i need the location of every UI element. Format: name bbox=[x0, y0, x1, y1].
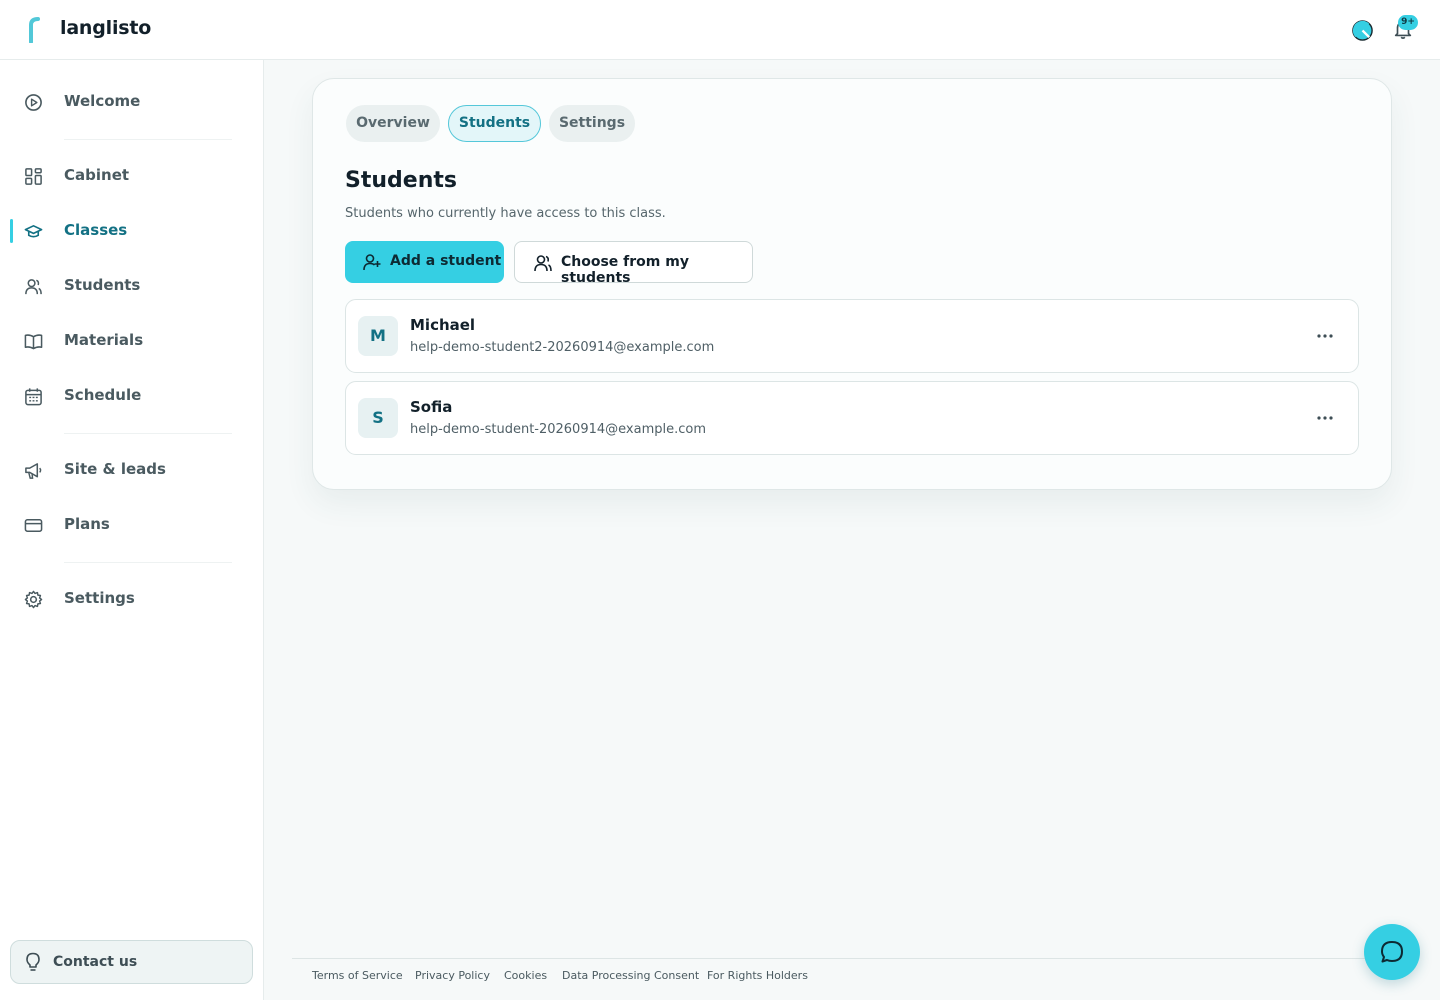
gear-icon bbox=[24, 590, 43, 609]
more-options-icon[interactable] bbox=[1310, 326, 1340, 346]
users-icon bbox=[534, 255, 552, 272]
theme-toggle-icon[interactable] bbox=[1351, 19, 1374, 42]
student-email: help-demo-student-20260914@example.com bbox=[410, 422, 706, 437]
sidebar-divider bbox=[64, 139, 232, 140]
user-plus-icon bbox=[363, 254, 381, 271]
sidebar-item-students[interactable]: Students bbox=[0, 266, 263, 306]
calendar-icon bbox=[25, 388, 42, 406]
sidebar-item-label: Site & leads bbox=[64, 460, 166, 478]
sidebar-item-label: Students bbox=[64, 276, 141, 294]
notification-badge: 9+ bbox=[1398, 15, 1418, 30]
choose-from-my-students-button[interactable]: Choose from my students bbox=[514, 241, 753, 286]
page-title: Students bbox=[345, 168, 457, 193]
student-row[interactable]: M Michael help-demo-student2-20260914@ex… bbox=[345, 299, 1359, 373]
student-row[interactable]: S Sofia help-demo-student-20260914@examp… bbox=[345, 381, 1359, 455]
credit-card-icon bbox=[24, 519, 43, 532]
footer-link-terms[interactable]: Terms of Service bbox=[312, 969, 403, 982]
book-icon bbox=[24, 334, 43, 350]
tab-settings[interactable]: Settings bbox=[549, 105, 635, 142]
tab-students[interactable]: Students bbox=[448, 105, 541, 142]
megaphone-icon bbox=[25, 463, 42, 479]
sidebar-item-settings[interactable]: Settings bbox=[0, 579, 263, 619]
avatar: M bbox=[358, 316, 398, 356]
footer-link-rights-holders[interactable]: For Rights Holders bbox=[707, 969, 808, 982]
langlisto-logo-icon[interactable] bbox=[26, 17, 42, 43]
sidebar-item-materials[interactable]: Materials bbox=[0, 321, 263, 361]
sidebar-item-label: Settings bbox=[64, 589, 135, 607]
footer-link-data-processing-consent[interactable]: Data Processing Consent bbox=[562, 969, 699, 982]
choose-from-my-students-label: Choose from my students bbox=[561, 254, 689, 286]
chat-bubble-icon bbox=[1381, 941, 1403, 963]
top-bar: langlisto 9+ bbox=[0, 0, 1440, 60]
footer-link-cookies[interactable]: Cookies bbox=[504, 969, 547, 982]
sidebar-item-label: Classes bbox=[64, 221, 128, 239]
footer-divider bbox=[292, 958, 1400, 959]
more-options-icon[interactable] bbox=[1310, 408, 1340, 428]
sidebar-item-classes[interactable]: Classes bbox=[0, 211, 263, 251]
student-name: Michael bbox=[410, 316, 476, 334]
lightbulb-icon bbox=[26, 952, 40, 971]
sidebar-item-welcome[interactable]: Welcome bbox=[0, 82, 263, 122]
sidebar-item-label: Plans bbox=[64, 515, 110, 533]
sidebar-divider bbox=[64, 562, 232, 563]
sidebar: Welcome Cabinet Classes Students Materia… bbox=[0, 60, 264, 1000]
play-circle-icon bbox=[25, 94, 42, 111]
contact-us-label: Contact us bbox=[53, 954, 138, 970]
contact-us-button[interactable]: Contact us bbox=[10, 940, 253, 984]
add-student-button[interactable]: Add a student bbox=[345, 241, 504, 283]
graduation-cap-icon bbox=[24, 224, 43, 238]
sidebar-item-label: Cabinet bbox=[64, 166, 130, 184]
sidebar-item-label: Welcome bbox=[64, 92, 141, 110]
footer-link-privacy[interactable]: Privacy Policy bbox=[415, 969, 490, 982]
sidebar-item-label: Materials bbox=[64, 331, 144, 349]
active-indicator bbox=[10, 219, 13, 243]
grid-icon bbox=[25, 168, 42, 185]
sidebar-item-plans[interactable]: Plans bbox=[0, 505, 263, 545]
student-name: Sofia bbox=[410, 398, 453, 416]
sidebar-item-site-leads[interactable]: Site & leads bbox=[0, 450, 263, 490]
page-subtitle: Students who currently have access to th… bbox=[345, 206, 666, 221]
chat-button[interactable] bbox=[1364, 924, 1420, 980]
student-email: help-demo-student2-20260914@example.com bbox=[410, 340, 715, 355]
tab-overview[interactable]: Overview bbox=[346, 105, 440, 142]
avatar: S bbox=[358, 398, 398, 438]
sidebar-divider bbox=[64, 433, 232, 434]
class-students-card: Overview Students Settings Students Stud… bbox=[312, 78, 1392, 490]
add-student-label: Add a student bbox=[390, 253, 502, 269]
users-icon bbox=[25, 279, 42, 295]
brand-name[interactable]: langlisto bbox=[60, 17, 151, 39]
sidebar-item-schedule[interactable]: Schedule bbox=[0, 376, 263, 416]
sidebar-item-cabinet[interactable]: Cabinet bbox=[0, 156, 263, 196]
sidebar-item-label: Schedule bbox=[64, 386, 142, 404]
